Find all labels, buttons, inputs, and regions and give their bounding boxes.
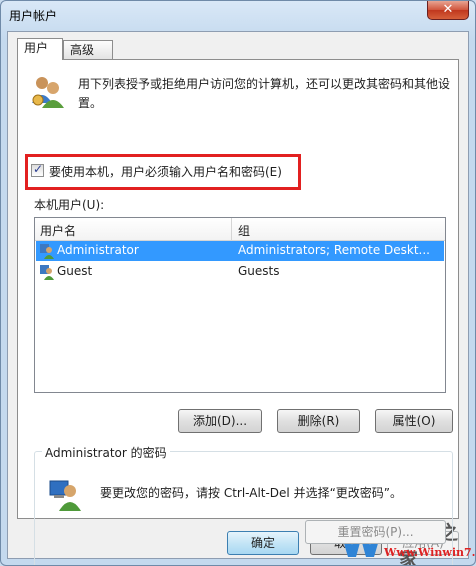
user-row-guest[interactable]: Guest Guests bbox=[36, 262, 444, 282]
local-users-label: 本机用户(U): bbox=[34, 198, 105, 212]
close-button[interactable]: ✕ bbox=[427, 1, 469, 20]
checkmark-icon: ✓ bbox=[33, 162, 44, 176]
remove-user-button[interactable]: 删除(R) bbox=[277, 409, 360, 433]
window-title: 用户帐户 bbox=[9, 9, 58, 23]
column-username[interactable]: 用户名 bbox=[40, 222, 76, 239]
dialog-client-area: 用户 高级 用下列表授予或拒绝用户访问您的计算机，还可以更改其密码和其他设置。 … bbox=[7, 31, 469, 565]
list-header: 用户名 组 bbox=[35, 218, 445, 241]
user-icon bbox=[40, 244, 54, 259]
add-user-button[interactable]: 添加(D)... bbox=[178, 409, 262, 433]
password-group-title: Administrator 的密码 bbox=[42, 444, 170, 461]
column-group[interactable]: 组 bbox=[238, 222, 250, 239]
reset-password-button[interactable]: 重置密码(P)... bbox=[305, 520, 446, 544]
password-group-box bbox=[34, 451, 453, 565]
user-list[interactable]: 用户名 组 Administrator Administrators; Remo… bbox=[34, 217, 446, 393]
column-divider[interactable] bbox=[231, 218, 232, 240]
user-group: Guests bbox=[238, 264, 280, 278]
intro-text: 用下列表授予或拒绝用户访问您的计算机，还可以更改其密码和其他设置。 bbox=[78, 77, 451, 110]
users-tab-panel: 用下列表授予或拒绝用户访问您的计算机，还可以更改其密码和其他设置。 ✓ 要使用本… bbox=[17, 59, 459, 565]
user-password-icon bbox=[49, 480, 81, 511]
title-bar[interactable]: 用户帐户 ✕ bbox=[1, 1, 475, 27]
user-name: Guest bbox=[57, 264, 93, 278]
properties-button[interactable]: 属性(O) bbox=[375, 409, 453, 433]
tab-advanced[interactable]: 高级 bbox=[63, 40, 113, 59]
users-icon bbox=[32, 77, 64, 108]
user-group: Administrators; Remote Deskt... bbox=[238, 243, 430, 257]
require-password-checkbox[interactable]: ✓ bbox=[31, 162, 44, 177]
tab-users[interactable]: 用户 bbox=[17, 38, 63, 60]
user-accounts-window: 用户帐户 ✕ 用户 高级 用下列表授予或拒绝用户访问您的计算机，还可以更改其密码… bbox=[0, 0, 476, 566]
password-instruction: 要更改您的密码，请按 Ctrl-Alt-Del 并选择“更改密码”。 bbox=[100, 486, 403, 500]
require-password-label[interactable]: 要使用本机，用户必须输入用户名和密码(E) bbox=[49, 163, 282, 180]
user-row-administrator[interactable]: Administrator Administrators; Remote Des… bbox=[36, 241, 444, 261]
user-icon bbox=[40, 265, 54, 280]
close-icon: ✕ bbox=[442, 2, 454, 17]
user-name: Administrator bbox=[57, 243, 139, 257]
